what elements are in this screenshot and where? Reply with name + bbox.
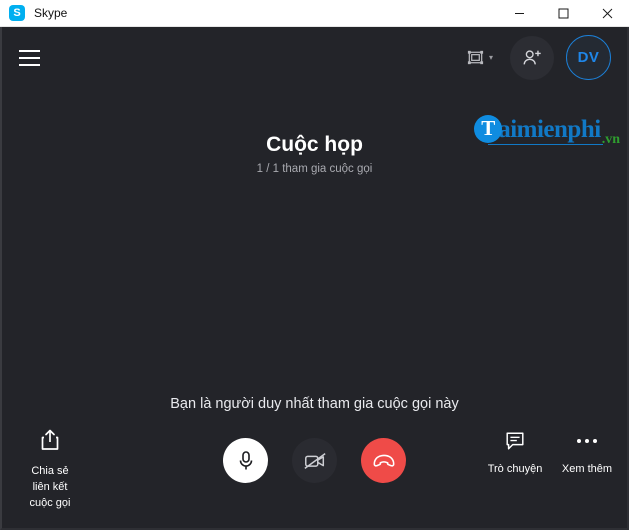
- hamburger-menu-icon[interactable]: [12, 41, 46, 75]
- layout-selector-button[interactable]: ▾: [461, 43, 498, 72]
- add-person-button[interactable]: [510, 35, 554, 80]
- camera-button[interactable]: [292, 438, 337, 483]
- dot: [593, 439, 597, 443]
- maximize-button[interactable]: [541, 0, 585, 27]
- skype-logo-letter: S: [13, 6, 21, 19]
- close-icon: [602, 8, 612, 18]
- dot: [585, 439, 589, 443]
- secondary-call-controls: Trò chuyện Xem thêm: [483, 428, 619, 475]
- camera-off-icon: [303, 452, 326, 469]
- window-titlebar: S Skype: [0, 0, 629, 27]
- microphone-button[interactable]: [223, 438, 268, 483]
- skype-logo-icon: S: [9, 5, 25, 21]
- more-options-button[interactable]: Xem thêm: [555, 428, 619, 475]
- more-options-label: Xem thêm: [561, 463, 613, 475]
- user-avatar[interactable]: DV: [566, 35, 611, 80]
- hangup-button[interactable]: [361, 438, 406, 483]
- chat-label: Trò chuyện: [487, 463, 543, 475]
- layout-grid-icon: [467, 50, 484, 65]
- call-toolbar: ▾ DV: [2, 27, 627, 88]
- avatar-initials: DV: [577, 49, 600, 66]
- participant-count: 1 / 1 tham gia cuộc gọi: [256, 163, 373, 176]
- microphone-icon: [239, 450, 252, 469]
- video-stage: Bạn là người duy nhất tham gia cuộc gọi …: [2, 175, 627, 420]
- more-dots-icon: [577, 428, 597, 454]
- minimize-icon: [514, 12, 524, 14]
- add-person-icon: [523, 49, 541, 64]
- dot: [577, 439, 581, 443]
- close-button[interactable]: [585, 0, 629, 27]
- toolbar-right-group: ▾ DV: [461, 35, 611, 80]
- hamburger-line: [18, 56, 40, 59]
- titlebar-left: S Skype: [0, 5, 67, 21]
- window-controls: [497, 0, 629, 27]
- hamburger-line: [18, 49, 40, 52]
- call-screen: ▾ DV T aimienphi .vn Cuộc họp 1 / 1 tham…: [0, 27, 629, 530]
- chat-button[interactable]: Trò chuyện: [483, 428, 547, 475]
- meeting-title: Cuộc họp: [266, 133, 363, 156]
- minimize-button[interactable]: [497, 0, 541, 27]
- alone-message: Bạn là người duy nhất tham gia cuộc gọi …: [170, 396, 459, 412]
- hamburger-line: [18, 63, 40, 66]
- window-title: Skype: [34, 6, 68, 20]
- maximize-icon: [558, 8, 568, 18]
- chat-bubble-icon: [504, 428, 526, 454]
- meeting-header: Cuộc họp 1 / 1 tham gia cuộc gọi: [2, 132, 627, 175]
- hangup-phone-icon: [373, 454, 394, 467]
- skype-window: S Skype ▾ DV T aimienphi .vn Cuộc họp 1 …: [0, 0, 629, 530]
- chevron-down-icon: ▾: [488, 52, 493, 62]
- call-controls-bar: Chia sẻ liên kết cuộc gọi Trò chuyện Xem…: [2, 420, 627, 528]
